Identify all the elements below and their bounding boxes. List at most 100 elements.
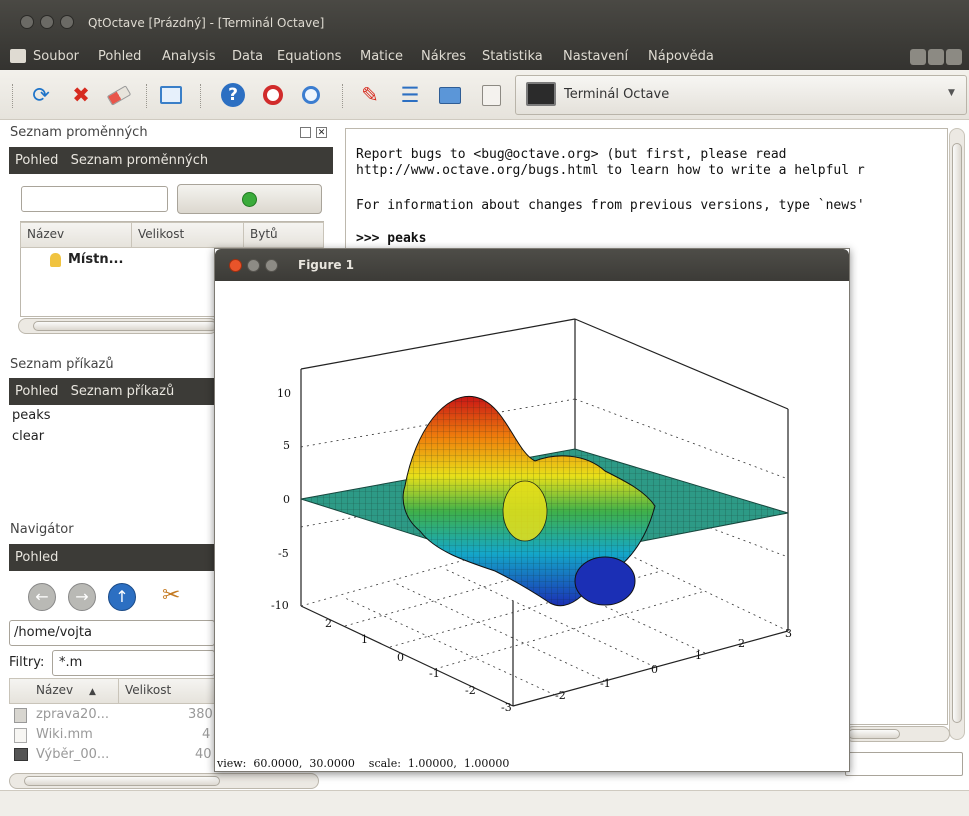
z-tick-label: 0: [283, 493, 290, 506]
x-tick-label: -1: [600, 677, 611, 690]
scissors-icon[interactable]: ✂: [162, 583, 188, 609]
variables-panel-title: Seznam proměnných: [10, 125, 148, 140]
x-tick-label: 2: [738, 637, 745, 650]
list-icon[interactable]: ☰: [397, 82, 423, 108]
menu-statistika[interactable]: Statistika: [482, 49, 543, 64]
window-selector-combo[interactable]: Terminál Octave ▼: [515, 75, 967, 115]
surface-plot: 10 5 0 -5 -10 2 1 0 -1 -2 -3 -2 -1 0 1 2…: [271, 318, 792, 714]
terminal-line: For information about changes from previ…: [356, 198, 865, 213]
app-menu-icon[interactable]: [10, 49, 26, 63]
nav-col-velikost[interactable]: Velikost: [118, 678, 215, 704]
plot-status-line: view: 60.0000, 30.0000 scale: 1.00000, 1…: [217, 757, 510, 770]
file-row-name[interactable]: Wiki.mm: [36, 727, 93, 742]
menu-analysis[interactable]: Analysis: [162, 49, 216, 64]
refresh-variables-button[interactable]: [177, 184, 322, 214]
folder-image-icon[interactable]: [437, 82, 463, 108]
variables-panel-bar: Pohled Seznam proměnných: [9, 147, 333, 174]
panel-close-icon[interactable]: ✕: [316, 127, 327, 138]
up-icon[interactable]: ↑: [108, 583, 136, 611]
variable-name-input[interactable]: [21, 186, 168, 212]
close-icon[interactable]: ✖: [68, 82, 94, 108]
menu-nastaveni[interactable]: Nastavení: [563, 49, 628, 64]
panel-float-icon[interactable]: [300, 127, 311, 138]
filter-label: Filtry:: [9, 655, 45, 670]
find-icon[interactable]: [298, 82, 324, 108]
file-row-name[interactable]: Výběr_00...: [36, 747, 109, 762]
col-velikost[interactable]: Velikost: [131, 222, 244, 248]
figure-titlebar[interactable]: Figure 1: [215, 249, 849, 281]
help-icon[interactable]: ?: [220, 82, 246, 108]
scroll-thumb[interactable]: [24, 776, 220, 786]
y-tick-label: -1: [429, 667, 440, 680]
search-zoom-icon[interactable]: [260, 82, 286, 108]
command-input[interactable]: [845, 752, 963, 776]
menu-equations[interactable]: Equations: [277, 49, 341, 64]
scroll-thumb[interactable]: [848, 729, 900, 739]
navigator-panel-title: Navigátor: [10, 522, 74, 537]
terminal-hscroll[interactable]: [845, 726, 950, 742]
window-icon[interactable]: [158, 82, 184, 108]
forward-icon[interactable]: →: [68, 583, 96, 611]
variable-row[interactable]: Místn...: [68, 252, 123, 267]
filter-input[interactable]: *.m: [52, 650, 215, 676]
window-title: QtOctave [Prázdný] - [Terminál Octave]: [88, 16, 325, 30]
terminal-vscroll[interactable]: [949, 128, 965, 740]
back-icon[interactable]: ←: [28, 583, 56, 611]
menu-napoveda[interactable]: Nápověda: [648, 49, 714, 64]
minimize-window-icon[interactable]: [40, 15, 54, 29]
file-row-size: 380: [188, 707, 213, 722]
combo-value: Terminál Octave: [564, 87, 670, 102]
sort-ascending-icon: ▲: [88, 687, 96, 697]
pencil-icon[interactable]: ✎: [357, 82, 383, 108]
menu-matice[interactable]: Matice: [360, 49, 403, 64]
menu-pohled[interactable]: Pohled: [98, 49, 141, 64]
figure-minimize-icon[interactable]: [247, 259, 260, 272]
surface-bump: [502, 480, 548, 542]
path-input[interactable]: /home/vojta: [9, 620, 215, 646]
variables-bar-pohled[interactable]: Pohled: [15, 153, 58, 168]
col-nazev[interactable]: Název: [20, 222, 132, 248]
navigator-hscroll[interactable]: [9, 773, 319, 789]
mdi-close-icon[interactable]: [946, 49, 962, 65]
variables-bar-list[interactable]: Seznam proměnných: [71, 153, 209, 168]
file-row-name[interactable]: zprava20...: [36, 707, 109, 722]
commands-bar-pohled[interactable]: Pohled: [15, 384, 58, 399]
surface-trough: [574, 556, 636, 606]
command-item[interactable]: clear: [12, 429, 44, 444]
variables-hscroll[interactable]: [18, 318, 218, 334]
scroll-thumb[interactable]: [952, 143, 962, 723]
figure-close-icon[interactable]: [229, 259, 242, 272]
commands-bar-list[interactable]: Seznam příkazů: [71, 384, 175, 399]
figure-window[interactable]: Figure 1 10 5 0 -5 -10 2 1 0 -1 -2 -3 -2…: [214, 248, 850, 772]
col-bytu[interactable]: Bytů: [243, 222, 324, 248]
mdi-minimize-icon[interactable]: [910, 49, 926, 65]
window-titlebar[interactable]: QtOctave [Prázdný] - [Terminál Octave]: [0, 0, 969, 43]
y-tick-label: 0: [397, 651, 404, 664]
toolbar-separator: [12, 84, 14, 108]
command-item[interactable]: peaks: [12, 408, 51, 423]
refresh-icon[interactable]: ⟳: [28, 82, 54, 108]
navigator-bar-pohled[interactable]: Pohled: [15, 550, 58, 565]
close-window-icon[interactable]: [20, 15, 34, 29]
y-tick-label: 2: [325, 617, 332, 630]
image-file-icon: [14, 748, 28, 761]
scroll-thumb[interactable]: [33, 321, 217, 331]
z-tick-label: 5: [283, 439, 290, 452]
status-bar: [0, 790, 969, 816]
maximize-window-icon[interactable]: [60, 15, 74, 29]
file-icon: [14, 728, 27, 743]
menu-nakres[interactable]: Nákres: [421, 49, 466, 64]
eraser-icon[interactable]: [106, 82, 132, 108]
terminal-prompt: >>> peaks: [356, 231, 427, 246]
y-tick-label: 1: [361, 633, 368, 646]
notes-icon[interactable]: [478, 82, 504, 108]
menu-soubor[interactable]: Soubor: [33, 49, 79, 64]
figure-maximize-icon[interactable]: [265, 259, 278, 272]
terminal-line: http://www.octave.org/bugs.html to learn…: [356, 163, 865, 178]
menu-data[interactable]: Data: [232, 49, 263, 64]
mdi-restore-icon[interactable]: [928, 49, 944, 65]
path-value: /home/vojta: [14, 625, 92, 640]
commands-panel-bar: Pohled Seznam příkazů: [9, 378, 214, 405]
terminal-icon: [526, 82, 556, 106]
nav-col-nazev[interactable]: Název ▲: [9, 678, 119, 704]
